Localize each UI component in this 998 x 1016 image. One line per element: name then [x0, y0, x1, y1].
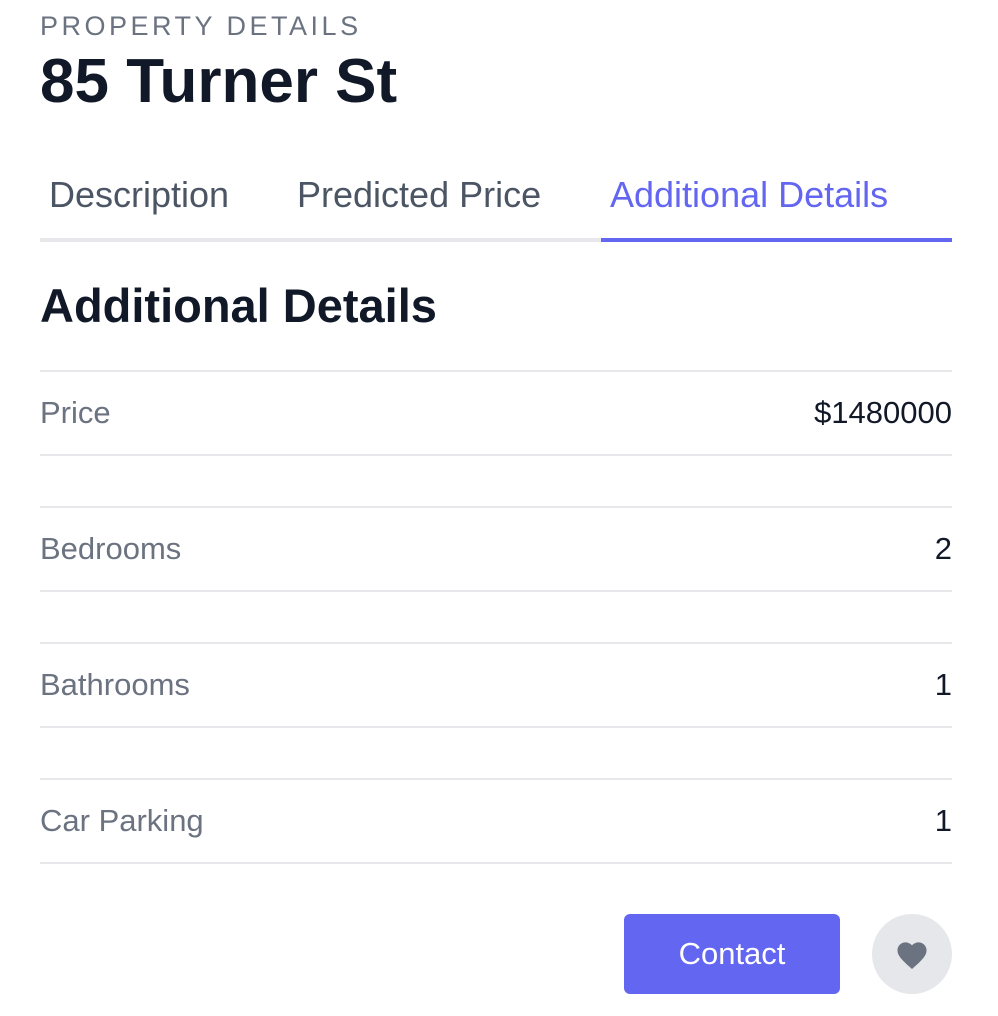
contact-button[interactable]: Contact [624, 914, 840, 994]
tab-bar: Description Predicted Price Additional D… [40, 160, 952, 242]
detail-row-bathrooms: Bathrooms 1 [40, 642, 952, 728]
tab-predicted-price[interactable]: Predicted Price [297, 160, 541, 242]
detail-row-car-parking: Car Parking 1 [40, 778, 952, 864]
favorite-button[interactable] [872, 914, 952, 994]
detail-label: Bathrooms [40, 667, 190, 702]
detail-value: 1 [934, 667, 952, 702]
heart-icon [894, 938, 930, 970]
detail-label: Car Parking [40, 803, 204, 838]
detail-row-bedrooms: Bedrooms 2 [40, 506, 952, 592]
tab-description[interactable]: Description [49, 160, 229, 242]
detail-value: 1 [934, 803, 952, 838]
detail-value: $1480000 [814, 395, 952, 430]
section-title: Additional Details [40, 279, 437, 332]
details-list: Price $1480000 Bedrooms 2 Bathrooms 1 Ca… [40, 370, 952, 914]
detail-row-price: Price $1480000 [40, 370, 952, 456]
page-eyebrow: PROPERTY DETAILS [40, 11, 362, 41]
detail-label: Price [40, 395, 111, 430]
detail-label: Bedrooms [40, 531, 182, 566]
detail-value: 2 [934, 531, 952, 566]
property-title: 85 Turner St [40, 47, 398, 116]
tab-additional-details[interactable]: Additional Details [601, 160, 952, 242]
